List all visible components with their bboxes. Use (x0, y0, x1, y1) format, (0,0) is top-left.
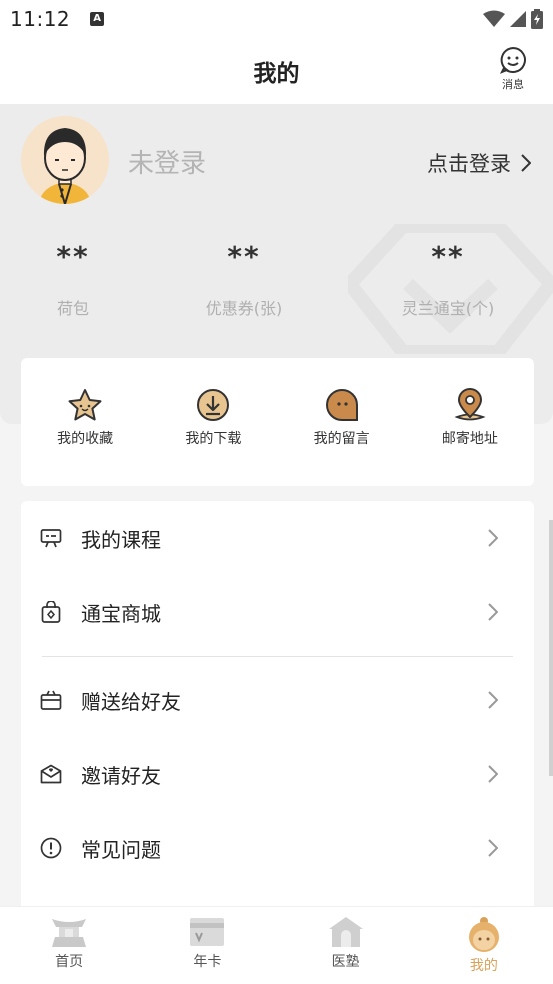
quick-label: 我的下载 (185, 431, 242, 447)
message-icon (325, 388, 358, 421)
course-icon (40, 529, 62, 548)
chevron-right-icon (488, 691, 498, 709)
quick-actions: 我的收藏 我的下载 我的留言 邮寄地址 (21, 358, 534, 486)
login-link[interactable]: 点击登录 (427, 148, 531, 178)
tab-profile[interactable]: 我的 (415, 907, 553, 984)
location-icon (454, 388, 486, 421)
chevron-right-icon (488, 765, 498, 783)
menu-item-label: 常见问题 (81, 837, 161, 862)
quick-label: 邮寄地址 (441, 431, 498, 447)
messages-button[interactable]: 消息 (499, 46, 527, 92)
gift-icon (40, 690, 62, 710)
stat-label: 荷包 (56, 299, 89, 318)
stat-value: ** (227, 240, 261, 273)
tab-label: 首页 (55, 954, 84, 970)
status-bar: 11:12 A (0, 0, 553, 38)
status-icons (483, 9, 543, 29)
stat-wallet[interactable]: ** 荷包 (0, 240, 148, 319)
menu-item-courses[interactable]: 我的课程 (21, 508, 534, 568)
avatar[interactable] (21, 116, 109, 204)
login-link-label: 点击登录 (427, 152, 511, 176)
quick-favorites[interactable]: 我的收藏 (21, 358, 149, 486)
chevron-right-icon (488, 603, 498, 621)
user-avatar-icon (39, 128, 91, 204)
user-name: 未登录 (128, 149, 207, 179)
download-icon (197, 389, 230, 421)
chevron-right-icon (488, 529, 498, 547)
chevron-right-icon (488, 839, 498, 857)
quick-label: 我的收藏 (57, 431, 114, 447)
profile-icon (468, 917, 499, 952)
stat-value: ** (56, 240, 90, 273)
quick-label: 我的留言 (313, 431, 370, 447)
stat-label: 灵兰通宝(个) (401, 299, 495, 318)
shop-icon (41, 601, 61, 623)
quick-messages[interactable]: 我的留言 (278, 358, 406, 486)
tab-school[interactable]: 医塾 (277, 907, 415, 984)
tab-bar: 首页 年卡 医塾 我的 (0, 906, 553, 984)
menu-list: 我的课程 通宝商城 赠送给好友 邀请好友 常见问题 (21, 501, 534, 921)
status-time: 11:12 (10, 7, 71, 31)
quick-address[interactable]: 邮寄地址 (406, 358, 534, 486)
quick-downloads[interactable]: 我的下载 (149, 358, 277, 486)
menu-item-label: 赠送给好友 (81, 689, 181, 714)
page-header: 我的 消息 (0, 38, 553, 104)
home-icon (52, 919, 87, 947)
chevron-right-icon (521, 154, 531, 172)
battery-icon (531, 9, 543, 29)
menu-item-shop[interactable]: 通宝商城 (21, 582, 534, 642)
stat-label: 优惠券(张) (205, 299, 283, 318)
tab-annual-card[interactable]: 年卡 (138, 907, 276, 984)
scrollbar[interactable] (549, 520, 553, 776)
star-icon (68, 389, 102, 421)
menu-item-gift[interactable]: 赠送给好友 (21, 670, 534, 730)
menu-item-faq[interactable]: 常见问题 (21, 818, 534, 878)
menu-item-label: 通宝商城 (81, 601, 161, 626)
menu-divider (42, 656, 513, 657)
stat-tongbao[interactable]: ** 灵兰通宝(个) (373, 240, 523, 319)
menu-item-label: 邀请好友 (81, 763, 161, 788)
menu-item-label: 我的课程 (81, 527, 161, 552)
page-title: 我的 (253, 61, 300, 87)
tab-label: 年卡 (193, 954, 222, 970)
card-icon (190, 918, 225, 946)
signal-icon (510, 11, 526, 27)
notification-badge: A (90, 12, 105, 26)
menu-item-invite[interactable]: 邀请好友 (21, 744, 534, 804)
stat-coupons[interactable]: ** 优惠券(张) (169, 240, 319, 319)
invite-icon (40, 764, 62, 784)
faq-icon (40, 837, 62, 859)
smiley-chat-icon (499, 46, 526, 74)
school-icon (328, 917, 363, 947)
wifi-icon (483, 10, 505, 27)
tab-home[interactable]: 首页 (0, 907, 138, 984)
messages-label: 消息 (502, 78, 524, 91)
stat-value: ** (431, 240, 465, 273)
tab-label: 我的 (469, 958, 498, 974)
tab-label: 医塾 (331, 954, 360, 970)
